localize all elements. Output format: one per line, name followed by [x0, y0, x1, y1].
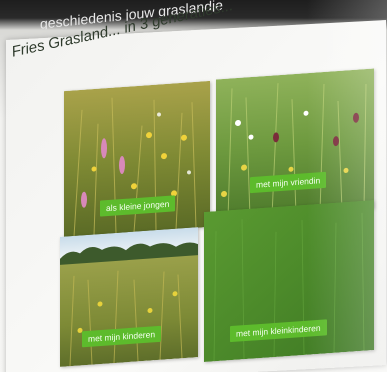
photo-tile-2: met mijn vriendin	[216, 68, 374, 220]
flower-rich-grassland-image	[216, 68, 374, 220]
photo-tile-1: als kleine jongen	[64, 80, 210, 238]
photo-of-slide: geschiedenis jouw graslandje Fries Grasl…	[0, 0, 387, 372]
meadow-with-treeline-image	[60, 227, 198, 367]
photo-tile-3: met mijn kinderen	[60, 227, 198, 367]
photo-tile-4: met mijn kleinkinderen	[204, 200, 374, 362]
